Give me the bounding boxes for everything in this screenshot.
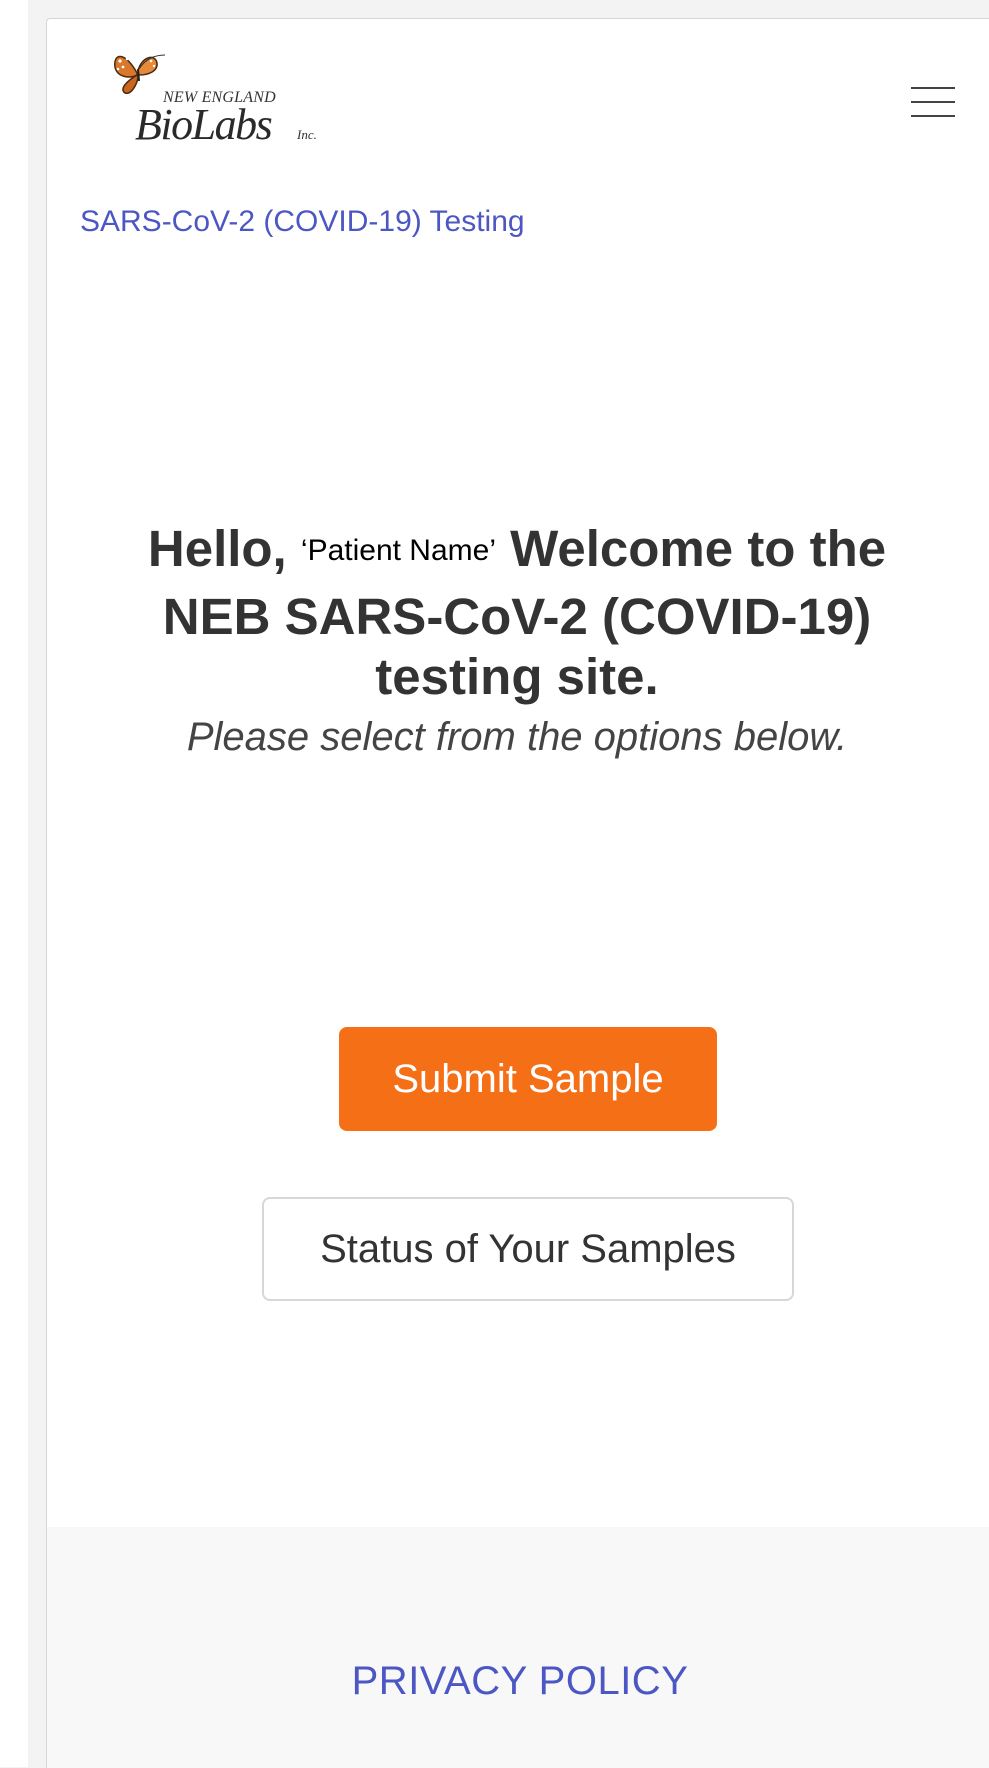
greeting-text: Hello, <box>147 520 287 577</box>
footer: PRIVACY POLICY <box>47 1527 989 1768</box>
left-edge-strip <box>0 0 28 1767</box>
butterfly-icon <box>114 54 166 94</box>
breadcrumb-link[interactable]: SARS-CoV-2 (COVID-19) Testing <box>80 205 525 239</box>
neb-logo[interactable]: NEW ENGLAND BioLabs Inc. <box>111 47 317 147</box>
logo-line2: BioLabs <box>135 100 273 149</box>
menu-bar <box>911 101 955 103</box>
page-container: NEW ENGLAND BioLabs Inc. SARS-CoV-2 (COV… <box>46 18 989 1768</box>
logo-suffix: Inc. <box>297 127 317 142</box>
instructions-text: Please select from the options below. <box>186 715 848 759</box>
welcome-heading: Hello, ‘Patient Name’ Welcome to the NEB… <box>147 519 887 707</box>
header: NEW ENGLAND BioLabs Inc. <box>47 19 989 149</box>
patient-name: ‘Patient Name’ <box>300 534 496 567</box>
sample-status-button[interactable]: Status of Your Samples <box>262 1197 794 1301</box>
menu-bar <box>911 115 955 117</box>
welcome-section: Hello, ‘Patient Name’ Welcome to the NEB… <box>147 519 887 763</box>
hamburger-menu-icon[interactable] <box>911 87 957 123</box>
submit-sample-button[interactable]: Submit Sample <box>339 1027 717 1131</box>
menu-bar <box>911 87 955 89</box>
privacy-policy-link[interactable]: PRIVACY POLICY <box>47 1659 989 1704</box>
